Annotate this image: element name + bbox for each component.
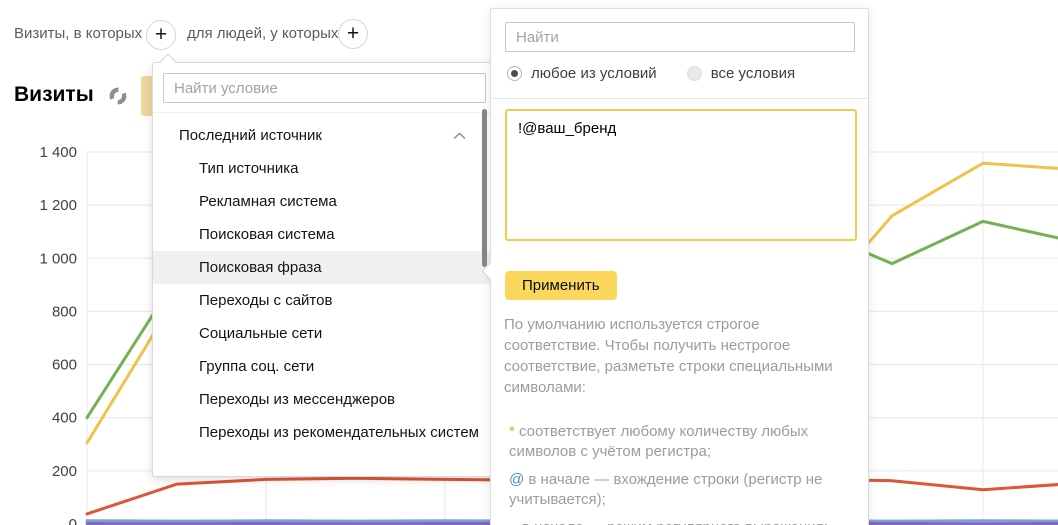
dropdown-scrollbar[interactable] xyxy=(482,109,487,267)
condition-item[interactable]: Поисковая фраза xyxy=(153,251,496,284)
search-phrase-panel: любое из условий все условия !@ваш_бренд… xyxy=(490,8,869,525)
people-filter-label: для людей, у которых xyxy=(187,25,338,42)
svg-text:600: 600 xyxy=(52,357,77,374)
refresh-icon[interactable] xyxy=(108,86,128,106)
help-intro: По умолчанию используется строгое соотве… xyxy=(504,314,854,398)
help-rule: * соответствует любому количеству любых … xyxy=(509,422,854,462)
help-rule: @ в начале — вхождение строки (регистр н… xyxy=(509,470,854,510)
radio-all-icon xyxy=(687,66,702,81)
help-text: По умолчанию используется строгое соотве… xyxy=(504,314,854,525)
svg-text:400: 400 xyxy=(52,410,77,427)
rule-symbol: ~ xyxy=(509,519,518,525)
visits-filter-label: Визиты, в которых xyxy=(14,25,142,42)
apply-button[interactable]: Применить xyxy=(505,271,617,300)
help-rule: ~ в начале — режим регулярного выражения… xyxy=(509,518,854,525)
condition-item[interactable]: Переходы с сайтов xyxy=(153,284,496,317)
condition-search-input[interactable] xyxy=(163,73,486,103)
condition-group-last-source[interactable]: Последний источник xyxy=(153,119,496,152)
phrase-search-section xyxy=(491,9,868,52)
svg-text:1 200: 1 200 xyxy=(39,197,77,214)
radio-all-conditions[interactable]: все условия xyxy=(687,65,795,82)
rule-symbol: @ xyxy=(509,471,524,488)
phrase-search-input[interactable] xyxy=(505,22,855,52)
condition-item[interactable]: Переходы из рекомендательных систем xyxy=(153,416,496,449)
svg-text:800: 800 xyxy=(52,303,77,320)
radio-any-label: любое из условий xyxy=(531,65,657,82)
add-visit-condition-button[interactable]: + xyxy=(146,20,176,50)
condition-item[interactable]: Рекламная система xyxy=(153,185,496,218)
condition-items: Тип источникаРекламная системаПоисковая … xyxy=(153,152,496,449)
radio-all-label: все условия xyxy=(711,65,795,82)
rule-symbol: * xyxy=(509,423,515,440)
svg-text:200: 200 xyxy=(52,463,77,480)
help-rules: * соответствует любому количеству любых … xyxy=(504,422,854,525)
svg-text:1 000: 1 000 xyxy=(39,250,77,267)
condition-group-label: Последний источник xyxy=(179,127,322,144)
match-mode-radios: любое из условий все условия xyxy=(491,52,868,98)
radio-any-icon xyxy=(507,66,522,81)
radio-any-condition[interactable]: любое из условий xyxy=(507,65,657,82)
page-title: Визиты xyxy=(14,83,94,107)
condition-list: Последний источник Тип источникаРекламна… xyxy=(153,113,496,457)
condition-item[interactable]: Переходы из мессенджеров xyxy=(153,383,496,416)
condition-item[interactable]: Социальные сети xyxy=(153,317,496,350)
condition-item[interactable]: Группа соц. сети xyxy=(153,350,496,383)
panel-divider xyxy=(491,98,868,99)
add-people-condition-button[interactable]: + xyxy=(338,19,368,49)
condition-item[interactable]: Поисковая система xyxy=(153,218,496,251)
chevron-up-icon xyxy=(453,132,466,140)
svg-text:0: 0 xyxy=(69,516,77,525)
svg-text:1 400: 1 400 xyxy=(39,144,77,161)
phrase-values-textarea[interactable]: !@ваш_бренд xyxy=(505,109,857,241)
condition-item[interactable]: Тип источника xyxy=(153,152,496,185)
metrica-segmentation-ui: 0 200 400 600 800 1 000 1 200 1 400 Визиты, в к… xyxy=(0,0,1058,525)
condition-dropdown: Последний источник Тип источникаРекламна… xyxy=(152,62,497,477)
condition-search-section xyxy=(153,63,496,113)
